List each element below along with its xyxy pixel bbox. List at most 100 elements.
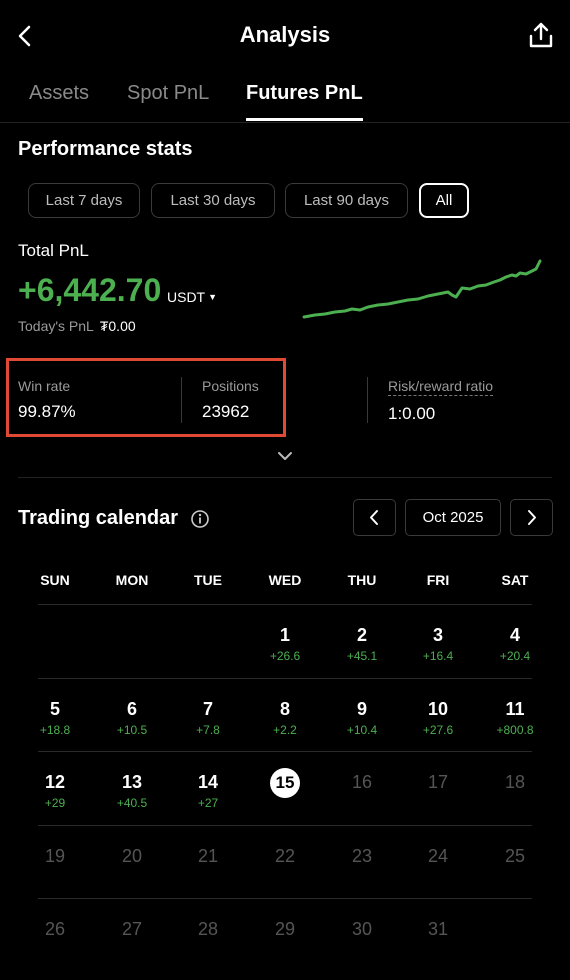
calendar-row-divider	[38, 751, 532, 752]
page-title: Analysis	[239, 22, 331, 47]
calendar-day-number: 24	[427, 846, 449, 866]
calendar-day-pnl: +20.4	[499, 649, 531, 663]
pnl-sparkline-line	[302, 259, 542, 319]
calendar-day[interactable]: 29	[255, 919, 315, 940]
win-rate-value: 99.87%	[18, 402, 76, 421]
calendar-day-pnl: +45.1	[346, 649, 378, 663]
month-selector[interactable]: Oct 2025	[405, 499, 501, 536]
calendar-day[interactable]: 18	[485, 772, 545, 793]
calendar-day[interactable]: 10 +27.6	[408, 699, 468, 737]
calendar-day[interactable]: 1 +26.6	[255, 625, 315, 663]
calendar-day-number: 21	[197, 846, 219, 866]
tab-bar: Assets Spot PnL Futures PnL	[0, 80, 570, 122]
calendar-day[interactable]: 23	[332, 846, 392, 867]
currency-selector[interactable]: USDT ▼	[167, 289, 217, 305]
calendar-day[interactable]: 16	[332, 772, 392, 793]
calendar-day-number: 3	[432, 625, 443, 645]
calendar-day[interactable]: 15	[255, 768, 315, 798]
calendar-day-number: 27	[121, 919, 143, 939]
info-icon[interactable]	[190, 509, 210, 529]
calendar-day-number: 1	[279, 625, 290, 645]
calendar-day-number: 9	[356, 699, 367, 719]
calendar-day[interactable]: 26	[25, 919, 85, 940]
chevron-down-icon[interactable]	[277, 450, 293, 462]
calendar-day[interactable]: 7 +7.8	[178, 699, 238, 737]
calendar-day-number: 13	[121, 772, 143, 792]
range-last-90-days-button[interactable]: Last 90 days	[285, 183, 408, 218]
calendar-day[interactable]: 30	[332, 919, 392, 940]
calendar-day[interactable]: 4 +20.4	[485, 625, 545, 663]
calendar-day[interactable]: 24	[408, 846, 468, 867]
calendar-day-number: 15	[270, 768, 300, 798]
calendar-day[interactable]: 9 +10.4	[332, 699, 392, 737]
calendar-day[interactable]: 5 +18.8	[25, 699, 85, 737]
prev-month-button[interactable]	[353, 499, 396, 536]
calendar-day-number: 10	[427, 699, 449, 719]
calendar-day-number: 2	[356, 625, 367, 645]
calendar-day[interactable]: 14 +27	[178, 772, 238, 810]
risk-reward-value: 1:0.00	[388, 404, 436, 423]
tab-spot-pnl[interactable]: Spot PnL	[127, 82, 209, 105]
calendar-day-pnl: +18.8	[39, 723, 71, 737]
calendar-day-number: 16	[351, 772, 373, 792]
weekday-label: TUE	[194, 572, 222, 588]
calendar-day-number: 30	[351, 919, 373, 939]
calendar-day-number: 4	[509, 625, 520, 645]
todays-pnl-label: Today's PnL	[18, 318, 94, 334]
calendar-row-divider	[38, 604, 532, 605]
calendar-day-number: 14	[197, 772, 219, 792]
calendar-day-number: 6	[126, 699, 137, 719]
calendar-day[interactable]: 8 +2.2	[255, 699, 315, 737]
calendar-day[interactable]: 3 +16.4	[408, 625, 468, 663]
todays-pnl: Today's PnL ₮0.00	[18, 318, 136, 334]
calendar-day[interactable]: 25	[485, 846, 545, 867]
calendar-day[interactable]: 28	[178, 919, 238, 940]
calendar-day-number: 12	[44, 772, 66, 792]
calendar-day-number: 25	[504, 846, 526, 866]
top-bar: Analysis	[0, 0, 570, 72]
calendar-day[interactable]: 17	[408, 772, 468, 793]
calendar-day-pnl: +2.2	[273, 723, 297, 737]
calendar-day-number: 18	[504, 772, 526, 792]
calendar-day-pnl: +10.5	[116, 723, 148, 737]
calendar-day[interactable]: 2 +45.1	[332, 625, 392, 663]
performance-stats-title: Performance stats	[18, 138, 193, 160]
calendar-day-number: 8	[279, 699, 290, 719]
calendar-day-pnl: +40.5	[116, 796, 148, 810]
active-tab-indicator	[246, 118, 363, 121]
currency-label: USDT	[167, 289, 206, 305]
range-last-7-days-button[interactable]: Last 7 days	[28, 183, 140, 218]
calendar-day-number: 22	[274, 846, 296, 866]
weekday-label: WED	[268, 572, 302, 588]
calendar-day[interactable]: 19	[25, 846, 85, 867]
risk-reward-label-text: Risk/reward ratio	[388, 378, 494, 396]
calendar-day-number: 17	[427, 772, 449, 792]
calendar-day[interactable]: 12 +29	[25, 772, 85, 810]
trading-calendar-title: Trading calendar	[18, 507, 179, 529]
share-icon[interactable]	[526, 20, 556, 50]
calendar-day[interactable]: 20	[102, 846, 162, 867]
todays-pnl-value: ₮0.00	[99, 318, 136, 334]
highlighted-stats-box	[6, 358, 286, 437]
risk-reward-label[interactable]: Risk/reward ratio	[388, 378, 494, 396]
tab-assets[interactable]: Assets	[29, 82, 89, 105]
calendar-day[interactable]: 6 +10.5	[102, 699, 162, 737]
range-all-button[interactable]: All	[419, 183, 469, 218]
calendar-day-number: 11	[505, 699, 525, 719]
chevron-left-icon	[370, 510, 378, 525]
total-pnl-label: Total PnL	[18, 241, 89, 260]
tab-futures-pnl[interactable]: Futures PnL	[246, 82, 363, 105]
calendar-day[interactable]: 27	[102, 919, 162, 940]
next-month-button[interactable]	[510, 499, 553, 536]
chevron-right-icon	[528, 510, 536, 525]
weekday-label: FRI	[426, 572, 450, 588]
calendar-day[interactable]: 21	[178, 846, 238, 867]
calendar-day-pnl: +7.8	[196, 723, 220, 737]
calendar-day[interactable]: 13 +40.5	[102, 772, 162, 810]
range-last-30-days-button[interactable]: Last 30 days	[151, 183, 275, 218]
calendar-day[interactable]: 22	[255, 846, 315, 867]
calendar-day-number: 19	[44, 846, 66, 866]
calendar-day[interactable]: 31	[408, 919, 468, 940]
calendar-day[interactable]: 11 +800.8	[485, 699, 545, 737]
pnl-sparkline	[302, 259, 542, 319]
